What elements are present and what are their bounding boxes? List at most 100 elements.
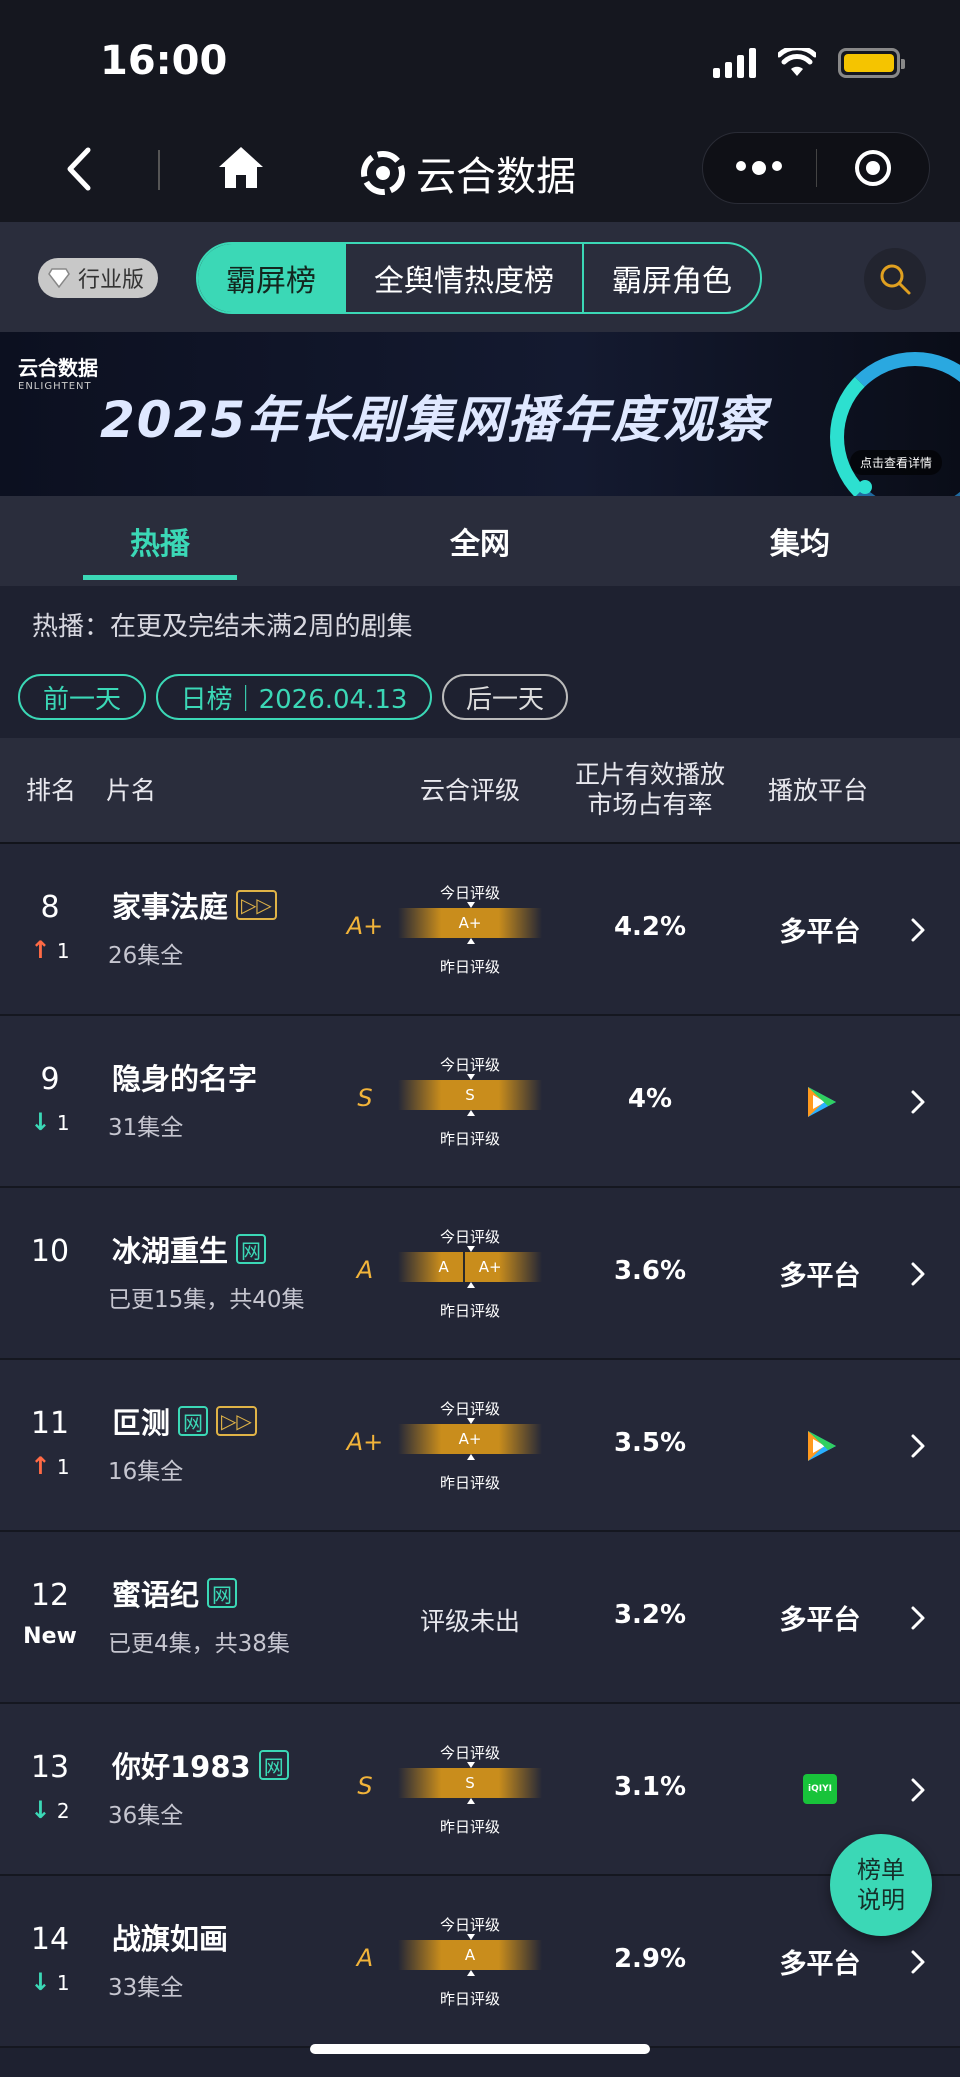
grade-indicator: 今日评级 A+ 昨日评级 (398, 882, 542, 978)
rank-change-value: 1 (56, 1111, 70, 1135)
table-header: 排名 片名 云合评级 正片有效播放 市场占有率 播放平台 (0, 738, 960, 844)
rank-number: 8 (40, 890, 60, 925)
search-button[interactable] (864, 248, 926, 310)
grade-bar: A (398, 1940, 542, 1970)
rank-number: 14 (30, 1922, 70, 1957)
market-share: 3.1% (613, 1772, 687, 1802)
table-row[interactable]: 8 ↑ 1 家事法庭 ▷▷ 26集全 A+ 今日评级 A+ 昨日评级 4.2% 多平台 (0, 844, 960, 1016)
rank-number: 9 (40, 1062, 60, 1097)
grade-value: A (356, 1256, 374, 1284)
tencent-video-icon (808, 1431, 836, 1461)
table-row[interactable]: 12 New 蜜语纪网已更4集，共38集 评级未出 3.2% 多平台 (0, 1532, 960, 1704)
app-title-text: 云合数据 (416, 154, 576, 200)
yunhe-logo-icon (361, 151, 405, 195)
fast-forward-tag: ▷▷ (236, 890, 277, 920)
chevron-right-icon[interactable] (908, 1260, 928, 1288)
next-day-button[interactable]: 后一天 (442, 674, 568, 720)
drama-title-text: 家事法庭 (112, 890, 229, 924)
rank-change: ↓ 2 (0, 1796, 100, 1824)
drama-title: 蜜语纪网 (112, 1572, 238, 1614)
fast-forward-tag: ▷▷ (216, 1406, 257, 1436)
market-share: 3.2% (613, 1600, 687, 1630)
platform: 多平台 (779, 1949, 861, 1980)
yesterday-marker-icon (467, 1798, 475, 1804)
platform: 多平台 (779, 1261, 861, 1292)
subtab-hot[interactable]: 热播 (0, 496, 320, 586)
tab-baping-role[interactable]: 霸屏角色 (584, 244, 760, 312)
status-time: 16:00 (100, 38, 228, 84)
platform (740, 1082, 900, 1122)
rank-number: 11 (30, 1406, 70, 1441)
home-icon[interactable] (215, 142, 267, 194)
rank-number: 13 (30, 1750, 70, 1785)
rank-change: ↑ 1 (0, 936, 100, 964)
banner-logo: 云合数据 ENLIGHTENT (18, 352, 98, 392)
date-selector[interactable]: 日榜｜2026.04.13 (156, 674, 432, 720)
back-icon[interactable] (60, 144, 100, 194)
grade-value: A+ (346, 912, 384, 940)
banner-cta[interactable]: 点击查看详情 (849, 450, 942, 475)
header-rank: 排名 (25, 776, 76, 805)
tencent-video-icon (808, 1087, 836, 1117)
table-row[interactable]: 10 冰湖重生网已更15集，共40集 A 今日评级 A A+ 昨日评级 3.6% 多平台 (0, 1188, 960, 1360)
yesterday-grade-label: 昨日评级 (439, 958, 500, 976)
chevron-right-icon[interactable] (908, 1604, 928, 1632)
subtab-all-network[interactable]: 全网 (320, 496, 640, 586)
chevron-right-icon[interactable] (908, 916, 928, 944)
grade-value: A (356, 1944, 374, 1972)
home-indicator (310, 2044, 650, 2054)
today-grade-label: 今日评级 (439, 1916, 500, 1934)
ranking-tab-bar: 行业版 霸屏榜 全舆情热度榜 霸屏角色 (0, 222, 960, 332)
today-grade-label: 今日评级 (439, 1744, 500, 1762)
yesterday-grade-label: 昨日评级 (439, 1130, 500, 1148)
rank-change-value: 1 (56, 1455, 70, 1479)
platform: 多平台 (779, 1605, 861, 1636)
subtab-per-episode[interactable]: 集均 (640, 496, 960, 586)
platform: 多平台 (779, 917, 861, 948)
more-icon[interactable] (703, 161, 816, 175)
banner-dot (858, 480, 872, 494)
rank-change-new: New (23, 1624, 77, 1649)
table-row[interactable]: 14 ↓ 1 战旗如画 33集全 A 今日评级 A 昨日评级 2.9% 多平台 (0, 1876, 960, 2048)
drama-title: 战旗如画 (112, 1916, 228, 1958)
grade-bar-label: S (465, 1774, 475, 1792)
today-grade-label: 今日评级 (439, 1228, 500, 1246)
industry-edition-badge[interactable]: 行业版 (38, 258, 159, 298)
ranking-explanation-button[interactable]: 榜单 说明 (830, 1834, 932, 1936)
market-share: 4.2% (613, 912, 687, 942)
yesterday-grade-label: 昨日评级 (439, 1990, 500, 2008)
grade-bar-label: A (464, 1946, 476, 1964)
app-title: 云合数据 (360, 144, 576, 202)
drama-title: 叵测网 ▷▷ (112, 1400, 257, 1442)
table-row[interactable]: 11 ↑ 1 叵测网 ▷▷ 16集全 A+ 今日评级 A+ 昨日评级 3.5% (0, 1360, 960, 1532)
close-target-icon[interactable] (817, 148, 930, 188)
table-row[interactable]: 9 ↓ 1 隐身的名字 31集全 S 今日评级 S 昨日评级 4% (0, 1016, 960, 1188)
grade-pending: 评级未出 (419, 1607, 520, 1636)
rank-change-value: 1 (56, 939, 70, 963)
tab-bapingbang[interactable]: 霸屏榜 (198, 244, 346, 312)
chevron-right-icon[interactable] (908, 1776, 928, 1804)
grade-bar: A+ (398, 1424, 542, 1454)
drama-title: 隐身的名字 (112, 1056, 257, 1098)
rank-number: 12 (30, 1578, 70, 1613)
drama-title-text: 战旗如画 (112, 1922, 229, 1956)
chevron-right-icon[interactable] (908, 1088, 928, 1116)
promo-banner[interactable]: 云合数据 ENLIGHTENT 2025年长剧集网播年度观察 点击查看详情 (0, 332, 960, 496)
platform: iQIYI (740, 1770, 900, 1804)
ranking-explanation-line1: 榜单 (857, 1856, 905, 1884)
banner-logo-cn: 云合数据 (18, 356, 98, 380)
grade-indicator: 今日评级 A+ 昨日评级 (398, 1398, 542, 1494)
grade-indicator: 今日评级 A 昨日评级 (398, 1914, 542, 2010)
tab-quanyuqing[interactable]: 全舆情热度榜 (346, 244, 584, 312)
grade-value: A+ (346, 1428, 384, 1456)
chevron-right-icon[interactable] (908, 1948, 928, 1976)
market-share: 2.9% (613, 1944, 687, 1974)
prev-day-button[interactable]: 前一天 (18, 674, 146, 720)
platform (740, 1426, 900, 1466)
episode-info: 36集全 (108, 1803, 184, 1829)
table-row[interactable]: 13 ↓ 2 你好1983 网 36集全 S 今日评级 S 昨日评级 3.1% iQIYI (0, 1704, 960, 1876)
chevron-right-icon[interactable] (908, 1432, 928, 1460)
yesterday-marker-icon (467, 1110, 475, 1116)
today-grade-label: 今日评级 (439, 884, 500, 902)
nav-bar: 云合数据 (0, 120, 960, 222)
